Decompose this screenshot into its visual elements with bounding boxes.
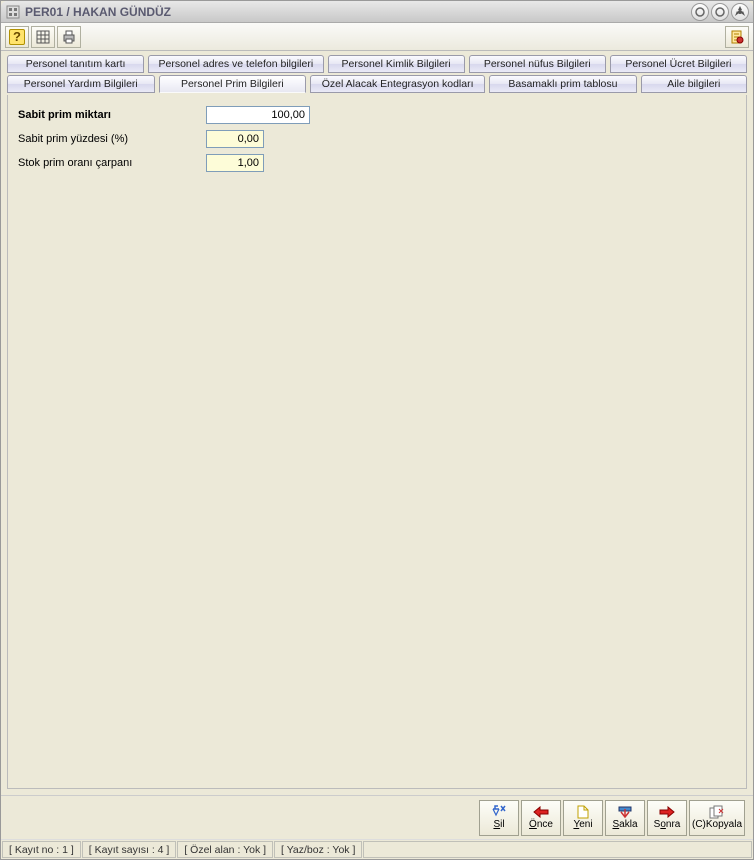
report-button[interactable] bbox=[725, 26, 749, 48]
minimize-icon bbox=[695, 7, 705, 17]
arrow-right-icon bbox=[658, 805, 676, 819]
label-sabit-prim-yuzdesi: Sabit prim yüzdesi (%) bbox=[16, 133, 206, 145]
row-stok-prim-orani: Stok prim oranı çarpanı bbox=[16, 153, 738, 173]
tab-ucret[interactable]: Personel Ücret Bilgileri bbox=[610, 55, 747, 73]
status-ozel-alan: [ Özel alan : Yok ] bbox=[177, 841, 273, 858]
copy-icon bbox=[709, 805, 725, 819]
tab-row-1: Personel tanıtım kartı Personel adres ve… bbox=[7, 55, 747, 73]
label-sabit-prim-miktari: Sabit prim miktarı bbox=[16, 109, 206, 121]
new-label: Yeni bbox=[573, 820, 592, 830]
tab-tanitim[interactable]: Personel tanıtım kartı bbox=[7, 55, 144, 73]
window-controls bbox=[691, 3, 749, 21]
delete-icon bbox=[491, 805, 507, 819]
next-button[interactable]: Sonra bbox=[647, 800, 687, 836]
tab-basamakli[interactable]: Basamaklı prim tablosu bbox=[489, 75, 637, 93]
status-yaz-boz: [ Yaz/boz : Yok ] bbox=[274, 841, 362, 858]
page-icon bbox=[577, 805, 589, 819]
window-title: PER01 / HAKAN GÜNDÜZ bbox=[25, 5, 691, 19]
tab-adres[interactable]: Personel adres ve telefon bilgileri bbox=[148, 55, 323, 73]
maximize-icon bbox=[715, 7, 725, 17]
radiation-icon bbox=[734, 6, 746, 18]
tab-row-2: Personel Yardım Bilgileri Personel Prim … bbox=[7, 75, 747, 93]
help-button[interactable]: ? bbox=[5, 26, 29, 48]
status-empty bbox=[363, 841, 752, 858]
copy-button[interactable]: (C)Kopyala bbox=[689, 800, 745, 836]
help-icon: ? bbox=[9, 29, 25, 45]
printer-icon bbox=[61, 29, 77, 45]
tab-ozel-alacak[interactable]: Özel Alacak Entegrasyon kodları bbox=[310, 75, 485, 93]
tabs-area: Personel tanıtım kartı Personel adres ve… bbox=[1, 51, 753, 95]
status-kayit-sayisi: [ Kayıt sayısı : 4 ] bbox=[82, 841, 177, 858]
delete-label: Sil bbox=[493, 820, 504, 830]
new-button[interactable]: Yeni bbox=[563, 800, 603, 836]
bottom-toolbar: Sil Önce Yeni Sakla Sonra bbox=[1, 795, 753, 839]
label-stok-prim-orani: Stok prim oranı çarpanı bbox=[16, 157, 206, 169]
grid-button[interactable] bbox=[31, 26, 55, 48]
save-button[interactable]: Sakla bbox=[605, 800, 645, 836]
tab-aile[interactable]: Aile bilgileri bbox=[641, 75, 747, 93]
content-panel: Sabit prim miktarı Sabit prim yüzdesi (%… bbox=[7, 95, 747, 789]
maximize-button[interactable] bbox=[711, 3, 729, 21]
input-sabit-prim-yuzdesi[interactable] bbox=[206, 130, 264, 148]
disk-icon bbox=[617, 805, 633, 819]
input-stok-prim-orani[interactable] bbox=[206, 154, 264, 172]
tab-nufus[interactable]: Personel nüfus Bilgileri bbox=[469, 55, 606, 73]
print-button[interactable] bbox=[57, 26, 81, 48]
prev-button[interactable]: Önce bbox=[521, 800, 561, 836]
close-button[interactable] bbox=[731, 3, 749, 21]
minimize-button[interactable] bbox=[691, 3, 709, 21]
tab-prim[interactable]: Personel Prim Bilgileri bbox=[159, 75, 307, 93]
save-label: Sakla bbox=[612, 820, 637, 830]
arrow-left-icon bbox=[532, 805, 550, 819]
status-kayit-no: [ Kayıt no : 1 ] bbox=[2, 841, 81, 858]
row-sabit-prim-miktari: Sabit prim miktarı bbox=[16, 105, 738, 125]
app-window: PER01 / HAKAN GÜNDÜZ ? bbox=[0, 0, 754, 860]
delete-button[interactable]: Sil bbox=[479, 800, 519, 836]
toolbar: ? bbox=[1, 23, 753, 51]
next-label: Sonra bbox=[654, 820, 681, 830]
statusbar: [ Kayıt no : 1 ] [ Kayıt sayısı : 4 ] [ … bbox=[1, 839, 753, 859]
tab-yardim[interactable]: Personel Yardım Bilgileri bbox=[7, 75, 155, 93]
prev-label: Önce bbox=[529, 820, 553, 830]
tab-kimlik[interactable]: Personel Kimlik Bilgileri bbox=[328, 55, 465, 73]
input-sabit-prim-miktari[interactable] bbox=[206, 106, 310, 124]
report-icon bbox=[729, 29, 745, 45]
titlebar: PER01 / HAKAN GÜNDÜZ bbox=[1, 1, 753, 23]
app-icon bbox=[5, 4, 21, 20]
grid-icon bbox=[35, 29, 51, 45]
copy-label: (C)Kopyala bbox=[692, 820, 742, 830]
row-sabit-prim-yuzdesi: Sabit prim yüzdesi (%) bbox=[16, 129, 738, 149]
